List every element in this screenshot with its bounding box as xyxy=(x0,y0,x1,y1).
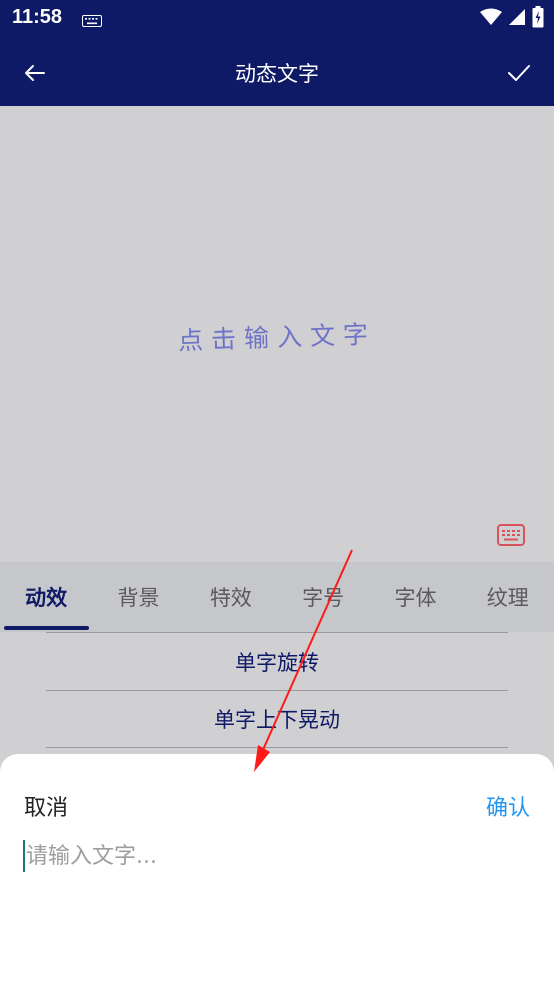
check-icon xyxy=(508,65,530,81)
status-icons xyxy=(480,6,544,32)
tab-animation[interactable]: 动效 xyxy=(0,562,92,632)
list-item-single-char-rotate[interactable]: 单字旋转 xyxy=(46,632,508,690)
signal-icon xyxy=(508,8,526,30)
keyboard-status-icon xyxy=(82,12,102,31)
effect-tabs: 动效 背景 特效 字号 字体 纹理 xyxy=(0,562,554,632)
tab-background[interactable]: 背景 xyxy=(92,562,184,632)
preview-canvas[interactable]: 点击输入文字 xyxy=(0,106,554,562)
keyboard-button[interactable] xyxy=(497,524,525,546)
status-time: 11:58 xyxy=(12,6,63,28)
text-caret xyxy=(23,840,25,872)
canvas-placeholder-text[interactable]: 点击输入文字 xyxy=(0,308,554,363)
text-input-sheet: 取消 确认 xyxy=(0,754,554,985)
tab-special-effects[interactable]: 特效 xyxy=(185,562,277,632)
tab-texture[interactable]: 纹理 xyxy=(462,562,554,632)
cancel-button[interactable]: 取消 xyxy=(24,790,68,822)
status-bar: 11:58 xyxy=(0,0,554,38)
wifi-icon xyxy=(480,8,502,30)
tab-font[interactable]: 字体 xyxy=(369,562,461,632)
text-input-field[interactable] xyxy=(22,838,522,874)
tab-font-size[interactable]: 字号 xyxy=(277,562,369,632)
page-title: 动态文字 xyxy=(235,62,319,86)
effects-list: 单字旋转 单字上下晃动 xyxy=(0,632,554,762)
keyboard-icon xyxy=(497,524,525,546)
confirm-button[interactable]: 确认 xyxy=(486,790,530,822)
app-bar: 动态文字 xyxy=(0,38,554,106)
list-item-single-char-shake[interactable]: 单字上下晃动 xyxy=(46,690,508,748)
active-tab-indicator xyxy=(4,626,89,630)
battery-charging-icon xyxy=(532,6,544,32)
confirm-check-button[interactable] xyxy=(504,58,534,88)
